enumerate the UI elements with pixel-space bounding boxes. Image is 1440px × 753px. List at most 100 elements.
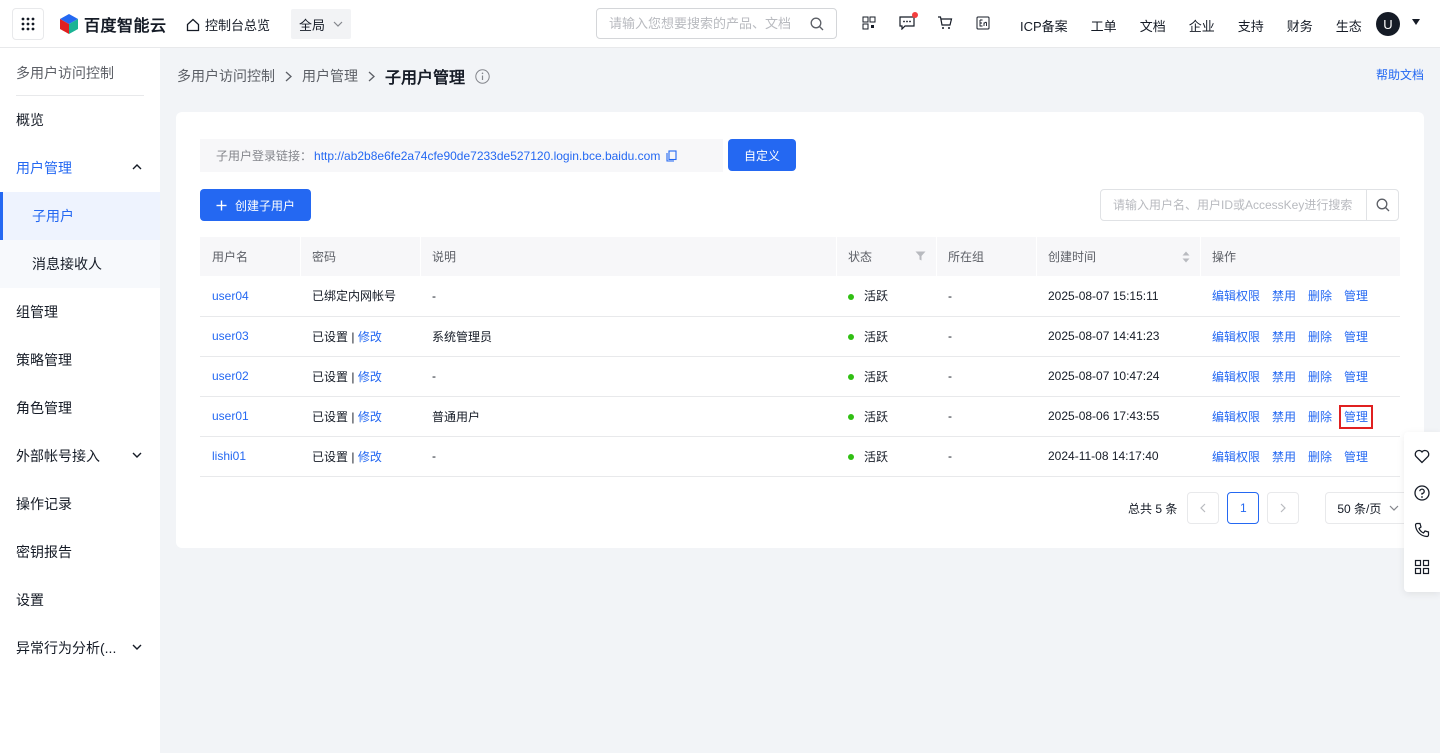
disable-link[interactable]: 禁用 <box>1272 370 1296 384</box>
disable-link[interactable]: 禁用 <box>1272 410 1296 424</box>
change-password-link[interactable]: 修改 <box>358 330 382 344</box>
sidebar-item-groups[interactable]: 组管理 <box>0 288 160 336</box>
page-button-current[interactable]: 1 <box>1227 492 1260 524</box>
delete-link[interactable]: 删除 <box>1308 289 1332 303</box>
disable-link[interactable]: 禁用 <box>1272 450 1296 464</box>
username-link[interactable]: user04 <box>212 289 249 303</box>
create-subuser-label: 创建子用户 <box>234 198 295 213</box>
sidebar-item-external-accounts[interactable]: 外部帐号接入 <box>0 432 160 480</box>
account-caret-icon[interactable] <box>1412 19 1420 25</box>
sidebar-item-label: 子用户 <box>32 208 74 224</box>
manage-link-highlighted[interactable]: 管理 <box>1339 404 1374 429</box>
sidebar-item-policies[interactable]: 策略管理 <box>0 336 160 384</box>
edit-permissions-link[interactable]: 编辑权限 <box>1212 289 1260 303</box>
delete-link[interactable]: 删除 <box>1308 410 1332 424</box>
top-link-icp[interactable]: ICP备案 <box>1020 16 1068 35</box>
table-row: user02 已设置 | 修改 - 活跃 - 2025-08-07 10:47:… <box>200 356 1400 397</box>
home-icon <box>186 18 200 31</box>
message-icon[interactable] <box>898 12 918 32</box>
top-link-ecosystem[interactable]: 生态 <box>1336 16 1362 35</box>
next-page-button[interactable] <box>1267 492 1300 524</box>
manage-link[interactable]: 管理 <box>1344 289 1368 303</box>
disable-link[interactable]: 禁用 <box>1272 330 1296 344</box>
help-docs-link[interactable]: 帮助文档 <box>1376 66 1424 83</box>
search-icon <box>1376 198 1389 212</box>
table-row: user03 已设置 | 修改 系统管理员 活跃 - 2025-08-07 14… <box>200 316 1400 357</box>
edit-permissions-link[interactable]: 编辑权限 <box>1212 370 1260 384</box>
manage-link[interactable]: 管理 <box>1344 450 1368 464</box>
username-link[interactable]: user02 <box>212 369 249 383</box>
breadcrumb-item[interactable]: 多用户访问控制 <box>177 66 275 86</box>
help-circle-icon[interactable] <box>1414 485 1430 501</box>
manage-link[interactable]: 管理 <box>1344 370 1368 384</box>
search-button[interactable] <box>1366 190 1398 220</box>
info-icon[interactable] <box>475 68 490 84</box>
user-search-input[interactable] <box>1101 190 1366 220</box>
sidebar-item-key-report[interactable]: 密钥报告 <box>0 528 160 576</box>
region-select[interactable]: 全局 <box>291 9 351 39</box>
sidebar-title: 多用户访问控制 <box>16 65 114 81</box>
qrcode-icon[interactable] <box>860 14 878 32</box>
sidebar-item-user-management[interactable]: 用户管理 <box>0 144 160 192</box>
change-password-link[interactable]: 修改 <box>358 370 382 384</box>
language-icon[interactable] <box>974 14 992 32</box>
sidebar-item-settings[interactable]: 设置 <box>0 576 160 624</box>
console-home-link[interactable]: 控制台总览 <box>186 15 270 34</box>
username-link[interactable]: user01 <box>212 409 249 423</box>
edit-permissions-link[interactable]: 编辑权限 <box>1212 450 1260 464</box>
prev-page-button[interactable] <box>1187 492 1220 524</box>
status-dot <box>848 414 854 421</box>
logo[interactable]: 百度智能云 <box>58 12 167 36</box>
copy-icon[interactable] <box>666 149 677 162</box>
manage-link[interactable]: 管理 <box>1344 330 1368 344</box>
username-link[interactable]: user03 <box>212 329 249 343</box>
sidebar-item-message-receivers[interactable]: 消息接收人 <box>0 240 160 288</box>
sidebar-item-roles[interactable]: 角色管理 <box>0 384 160 432</box>
breadcrumb-item[interactable]: 用户管理 <box>302 66 358 86</box>
delete-link[interactable]: 删除 <box>1308 370 1332 384</box>
password-state: 已设置 <box>312 369 349 384</box>
column-header-actions: 操作 <box>1200 237 1400 276</box>
top-link-support[interactable]: 支持 <box>1238 16 1264 35</box>
avatar[interactable]: U <box>1376 12 1400 36</box>
sidebar-item-overview[interactable]: 概览 <box>0 96 160 144</box>
create-subuser-button[interactable]: 创建子用户 <box>200 189 311 221</box>
change-password-link[interactable]: 修改 <box>358 410 382 424</box>
cart-icon[interactable] <box>936 14 954 32</box>
edit-permissions-link[interactable]: 编辑权限 <box>1212 410 1260 424</box>
sidebar: 多用户访问控制 概览 用户管理 子用户 消息接收人 组管理 策略管理 角色管理 … <box>0 48 160 753</box>
apps-grid-icon[interactable] <box>12 8 44 40</box>
chevron-up-icon <box>132 164 142 170</box>
group: - <box>948 288 952 303</box>
top-link-ticket[interactable]: 工单 <box>1091 16 1117 35</box>
sidebar-item-sub-users[interactable]: 子用户 <box>0 192 160 240</box>
grid-icon[interactable] <box>1414 559 1430 575</box>
page-header: 多用户访问控制 用户管理 子用户管理 帮助文档 <box>160 48 1440 96</box>
filter-icon[interactable] <box>915 251 926 261</box>
page-size-select[interactable]: 50 条/页 <box>1325 492 1411 524</box>
chevron-down-icon <box>132 452 142 458</box>
password-separator: | <box>348 329 358 344</box>
change-password-link[interactable]: 修改 <box>358 450 382 464</box>
edit-permissions-link[interactable]: 编辑权限 <box>1212 330 1260 344</box>
chevron-down-icon <box>333 21 343 27</box>
disable-link[interactable]: 禁用 <box>1272 289 1296 303</box>
sidebar-item-anomaly-analysis[interactable]: 异常行为分析(... <box>0 624 160 672</box>
search-icon[interactable] <box>810 17 824 31</box>
column-header-password: 密码 <box>300 237 420 276</box>
username-link[interactable]: lishi01 <box>212 449 246 463</box>
delete-link[interactable]: 删除 <box>1308 330 1332 344</box>
global-search-input[interactable] <box>609 16 799 31</box>
phone-icon[interactable] <box>1414 522 1430 538</box>
table-header-row: 用户名 密码 说明 状态 所在组 创建时间 操作 <box>200 237 1400 276</box>
sort-icon[interactable] <box>1182 251 1190 263</box>
heart-icon[interactable] <box>1414 449 1430 464</box>
login-url[interactable]: http://ab2b8e6fe2a74cfe90de7233de527120.… <box>314 149 660 163</box>
top-link-docs[interactable]: 文档 <box>1140 16 1166 35</box>
customize-button[interactable]: 自定义 <box>728 139 796 171</box>
password-separator: | <box>348 409 358 424</box>
sidebar-item-operation-logs[interactable]: 操作记录 <box>0 480 160 528</box>
top-link-enterprise[interactable]: 企业 <box>1189 16 1215 35</box>
top-link-finance[interactable]: 财务 <box>1287 16 1313 35</box>
delete-link[interactable]: 删除 <box>1308 450 1332 464</box>
